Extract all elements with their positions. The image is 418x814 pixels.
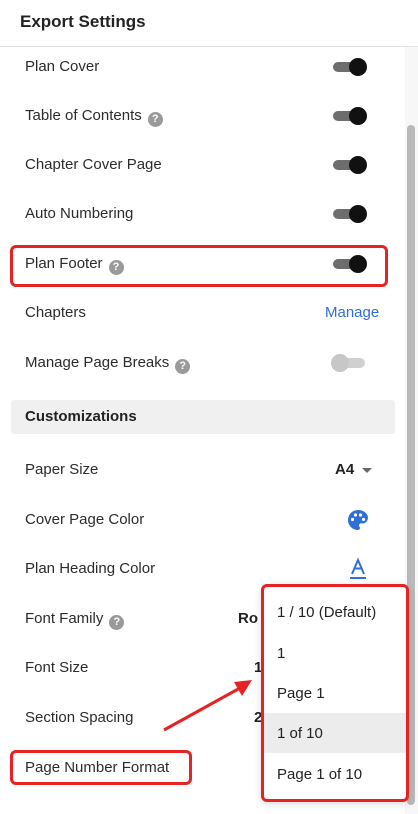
- dropdown-option-hovered[interactable]: 1 of 10: [264, 713, 406, 753]
- setting-label: Font Size: [25, 659, 89, 676]
- toggle-knob: [331, 354, 349, 372]
- setting-label: Chapters: [25, 304, 86, 321]
- help-icon[interactable]: ?: [109, 615, 125, 630]
- setting-label: Manage Page Breaks?: [25, 354, 191, 374]
- help-icon[interactable]: ?: [147, 112, 163, 127]
- setting-plan-heading-color: Plan Heading Color: [0, 554, 400, 584]
- paper-size-select[interactable]: A4: [335, 461, 354, 478]
- setting-label: Plan Heading Color: [25, 560, 156, 577]
- dropdown-option[interactable]: Page 1: [264, 673, 406, 713]
- manage-page-breaks-toggle[interactable]: [331, 353, 369, 373]
- setting-chapters: Chapters Manage: [0, 298, 400, 328]
- auto-numbering-toggle[interactable]: [331, 204, 369, 224]
- setting-label: Cover Page Color: [25, 511, 145, 528]
- page-number-format-highlight: [10, 750, 192, 785]
- option-label: 1 / 10 (Default): [277, 604, 377, 621]
- option-label: 1: [277, 645, 286, 662]
- setting-auto-numbering: Auto Numbering: [0, 199, 400, 229]
- toggle-knob: [349, 58, 367, 76]
- setting-label-text: Table of Contents: [25, 107, 142, 124]
- setting-plan-cover: Plan Cover: [0, 52, 400, 82]
- setting-cover-page-color: Cover Page Color: [0, 505, 400, 535]
- table-of-contents-toggle[interactable]: [331, 106, 369, 126]
- option-label: Page 1: [277, 685, 325, 702]
- plan-cover-toggle[interactable]: [331, 57, 369, 77]
- toggle-knob: [349, 156, 367, 174]
- setting-label-text: Font Family: [25, 610, 104, 627]
- setting-label-text: Manage Page Breaks: [25, 354, 170, 371]
- palette-icon[interactable]: [346, 508, 370, 532]
- plan-footer-highlight: [10, 245, 388, 287]
- panel-header: Export Settings: [0, 0, 418, 47]
- setting-label: Font Family?: [25, 610, 125, 630]
- chevron-down-icon[interactable]: [362, 468, 372, 473]
- dropdown-option[interactable]: Page 1 of 10: [264, 754, 406, 794]
- panel-title: Export Settings: [20, 12, 146, 31]
- setting-label: Plan Cover: [25, 58, 100, 75]
- page-number-format-dropdown: 1 / 10 (Default) 1 Page 1 1 of 10 Page 1…: [261, 584, 409, 802]
- setting-table-of-contents: Table of Contents?: [0, 101, 400, 131]
- toggle-knob: [349, 107, 367, 125]
- setting-label: Auto Numbering: [25, 205, 134, 222]
- setting-label: Chapter Cover Page: [25, 156, 162, 173]
- dropdown-option[interactable]: 1 / 10 (Default): [264, 592, 406, 632]
- setting-manage-page-breaks: Manage Page Breaks?: [0, 348, 400, 378]
- help-icon[interactable]: ?: [175, 359, 191, 374]
- setting-label: Section Spacing: [25, 709, 134, 726]
- chapter-cover-page-toggle[interactable]: [331, 155, 369, 175]
- setting-paper-size: Paper Size A4: [0, 455, 400, 485]
- option-label: Page 1 of 10: [277, 766, 363, 783]
- dropdown-option[interactable]: 1: [264, 633, 406, 673]
- setting-label: Paper Size: [25, 461, 99, 478]
- manage-chapters-link[interactable]: Manage: [325, 304, 379, 321]
- section-title: Customizations: [25, 408, 137, 425]
- toggle-knob: [349, 205, 367, 223]
- setting-chapter-cover-page: Chapter Cover Page: [0, 150, 400, 180]
- export-settings-panel: Export Settings Plan Cover Table of Cont…: [0, 0, 418, 814]
- font-color-icon[interactable]: [346, 557, 370, 581]
- option-label: 1 of 10: [277, 725, 323, 742]
- font-family-select[interactable]: Ro: [238, 610, 258, 627]
- customizations-section-header: Customizations: [11, 400, 395, 434]
- setting-label: Table of Contents?: [25, 107, 163, 127]
